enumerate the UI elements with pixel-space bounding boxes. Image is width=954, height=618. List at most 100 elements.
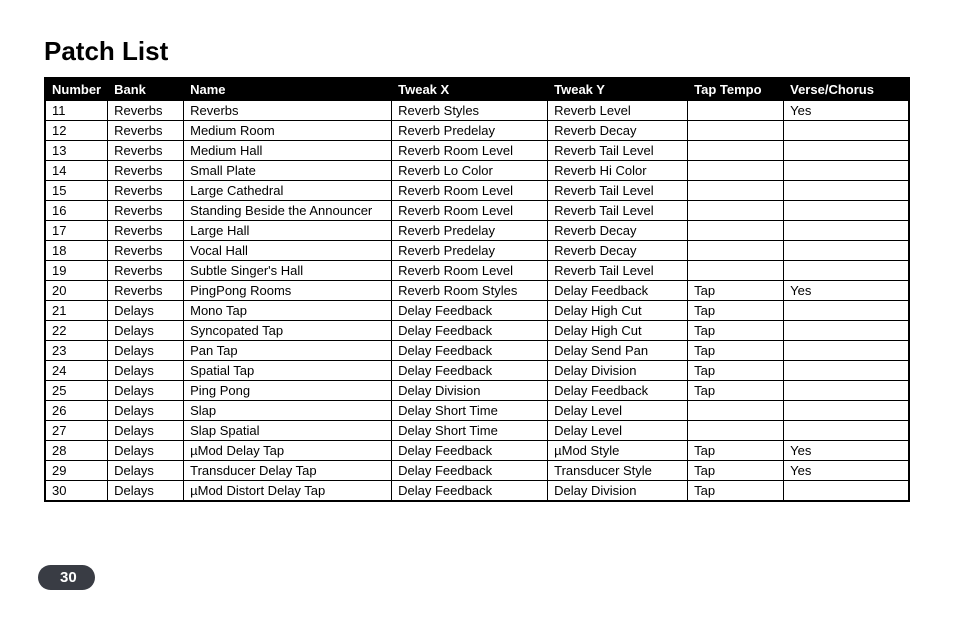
cell-ty: Delay Send Pan: [548, 341, 688, 361]
cell-tx: Delay Feedback: [392, 481, 548, 501]
table-row: 19ReverbsSubtle Singer's HallReverb Room…: [45, 261, 909, 281]
cell-tx: Reverb Predelay: [392, 241, 548, 261]
cell-ty: Delay Level: [548, 421, 688, 441]
cell-bank: Delays: [108, 421, 184, 441]
cell-num: 11: [45, 101, 108, 121]
cell-bank: Delays: [108, 381, 184, 401]
cell-bank: Reverbs: [108, 101, 184, 121]
cell-vc: [784, 321, 909, 341]
cell-ty: Delay Feedback: [548, 281, 688, 301]
cell-tap: Tap: [688, 361, 784, 381]
cell-num: 29: [45, 461, 108, 481]
cell-ty: Delay Division: [548, 361, 688, 381]
cell-tx: Reverb Room Level: [392, 141, 548, 161]
table-row: 20ReverbsPingPong RoomsReverb Room Style…: [45, 281, 909, 301]
table-row: 24DelaysSpatial TapDelay FeedbackDelay D…: [45, 361, 909, 381]
cell-bank: Reverbs: [108, 141, 184, 161]
cell-tap: Tap: [688, 441, 784, 461]
cell-tap: Tap: [688, 381, 784, 401]
cell-name: PingPong Rooms: [184, 281, 392, 301]
col-verse-chorus: Verse/Chorus: [784, 78, 909, 101]
cell-tap: Tap: [688, 461, 784, 481]
cell-bank: Delays: [108, 341, 184, 361]
cell-name: Large Cathedral: [184, 181, 392, 201]
cell-vc: [784, 301, 909, 321]
cell-vc: [784, 261, 909, 281]
col-number: Number: [45, 78, 108, 101]
page-title: Patch List: [44, 36, 910, 67]
cell-bank: Reverbs: [108, 261, 184, 281]
cell-num: 20: [45, 281, 108, 301]
cell-bank: Reverbs: [108, 281, 184, 301]
patch-table: Number Bank Name Tweak X Tweak Y Tap Tem…: [44, 77, 910, 502]
col-tap-tempo: Tap Tempo: [688, 78, 784, 101]
cell-num: 12: [45, 121, 108, 141]
cell-tap: [688, 401, 784, 421]
cell-vc: [784, 341, 909, 361]
cell-vc: Yes: [784, 461, 909, 481]
cell-ty: Transducer Style: [548, 461, 688, 481]
cell-num: 18: [45, 241, 108, 261]
cell-name: Pan Tap: [184, 341, 392, 361]
cell-vc: [784, 201, 909, 221]
cell-name: µMod Distort Delay Tap: [184, 481, 392, 501]
cell-tap: [688, 241, 784, 261]
cell-tap: Tap: [688, 481, 784, 501]
cell-tap: [688, 261, 784, 281]
cell-num: 27: [45, 421, 108, 441]
cell-name: Medium Room: [184, 121, 392, 141]
cell-num: 24: [45, 361, 108, 381]
cell-name: Slap: [184, 401, 392, 421]
cell-name: Transducer Delay Tap: [184, 461, 392, 481]
cell-tx: Reverb Predelay: [392, 121, 548, 141]
cell-bank: Reverbs: [108, 201, 184, 221]
cell-tx: Delay Short Time: [392, 421, 548, 441]
cell-bank: Reverbs: [108, 181, 184, 201]
cell-tap: Tap: [688, 281, 784, 301]
cell-vc: [784, 381, 909, 401]
cell-bank: Delays: [108, 301, 184, 321]
table-row: 12ReverbsMedium RoomReverb PredelayRever…: [45, 121, 909, 141]
col-tweak-x: Tweak X: [392, 78, 548, 101]
cell-ty: Reverb Tail Level: [548, 181, 688, 201]
cell-name: Large Hall: [184, 221, 392, 241]
cell-vc: [784, 481, 909, 501]
cell-name: Syncopated Tap: [184, 321, 392, 341]
cell-ty: Delay Level: [548, 401, 688, 421]
cell-vc: [784, 181, 909, 201]
cell-ty: Reverb Tail Level: [548, 201, 688, 221]
cell-name: Subtle Singer's Hall: [184, 261, 392, 281]
cell-bank: Delays: [108, 321, 184, 341]
cell-tap: [688, 201, 784, 221]
cell-tx: Delay Division: [392, 381, 548, 401]
cell-tx: Reverb Styles: [392, 101, 548, 121]
cell-tx: Delay Feedback: [392, 301, 548, 321]
cell-tx: Reverb Room Styles: [392, 281, 548, 301]
col-tweak-y: Tweak Y: [548, 78, 688, 101]
cell-ty: µMod Style: [548, 441, 688, 461]
cell-num: 13: [45, 141, 108, 161]
cell-ty: Reverb Level: [548, 101, 688, 121]
table-row: 13ReverbsMedium HallReverb Room LevelRev…: [45, 141, 909, 161]
table-row: 25DelaysPing PongDelay DivisionDelay Fee…: [45, 381, 909, 401]
cell-tx: Delay Short Time: [392, 401, 548, 421]
cell-num: 14: [45, 161, 108, 181]
cell-tap: [688, 221, 784, 241]
cell-tap: Tap: [688, 341, 784, 361]
cell-bank: Delays: [108, 461, 184, 481]
table-row: 29DelaysTransducer Delay TapDelay Feedba…: [45, 461, 909, 481]
cell-num: 19: [45, 261, 108, 281]
cell-vc: [784, 221, 909, 241]
cell-name: Small Plate: [184, 161, 392, 181]
cell-bank: Reverbs: [108, 241, 184, 261]
cell-vc: [784, 241, 909, 261]
cell-vc: [784, 161, 909, 181]
cell-tap: [688, 101, 784, 121]
cell-name: Spatial Tap: [184, 361, 392, 381]
cell-tx: Delay Feedback: [392, 341, 548, 361]
page-number-tab: 30: [38, 565, 95, 590]
cell-tx: Delay Feedback: [392, 461, 548, 481]
cell-name: Mono Tap: [184, 301, 392, 321]
table-header-row: Number Bank Name Tweak X Tweak Y Tap Tem…: [45, 78, 909, 101]
table-row: 15ReverbsLarge CathedralReverb Room Leve…: [45, 181, 909, 201]
